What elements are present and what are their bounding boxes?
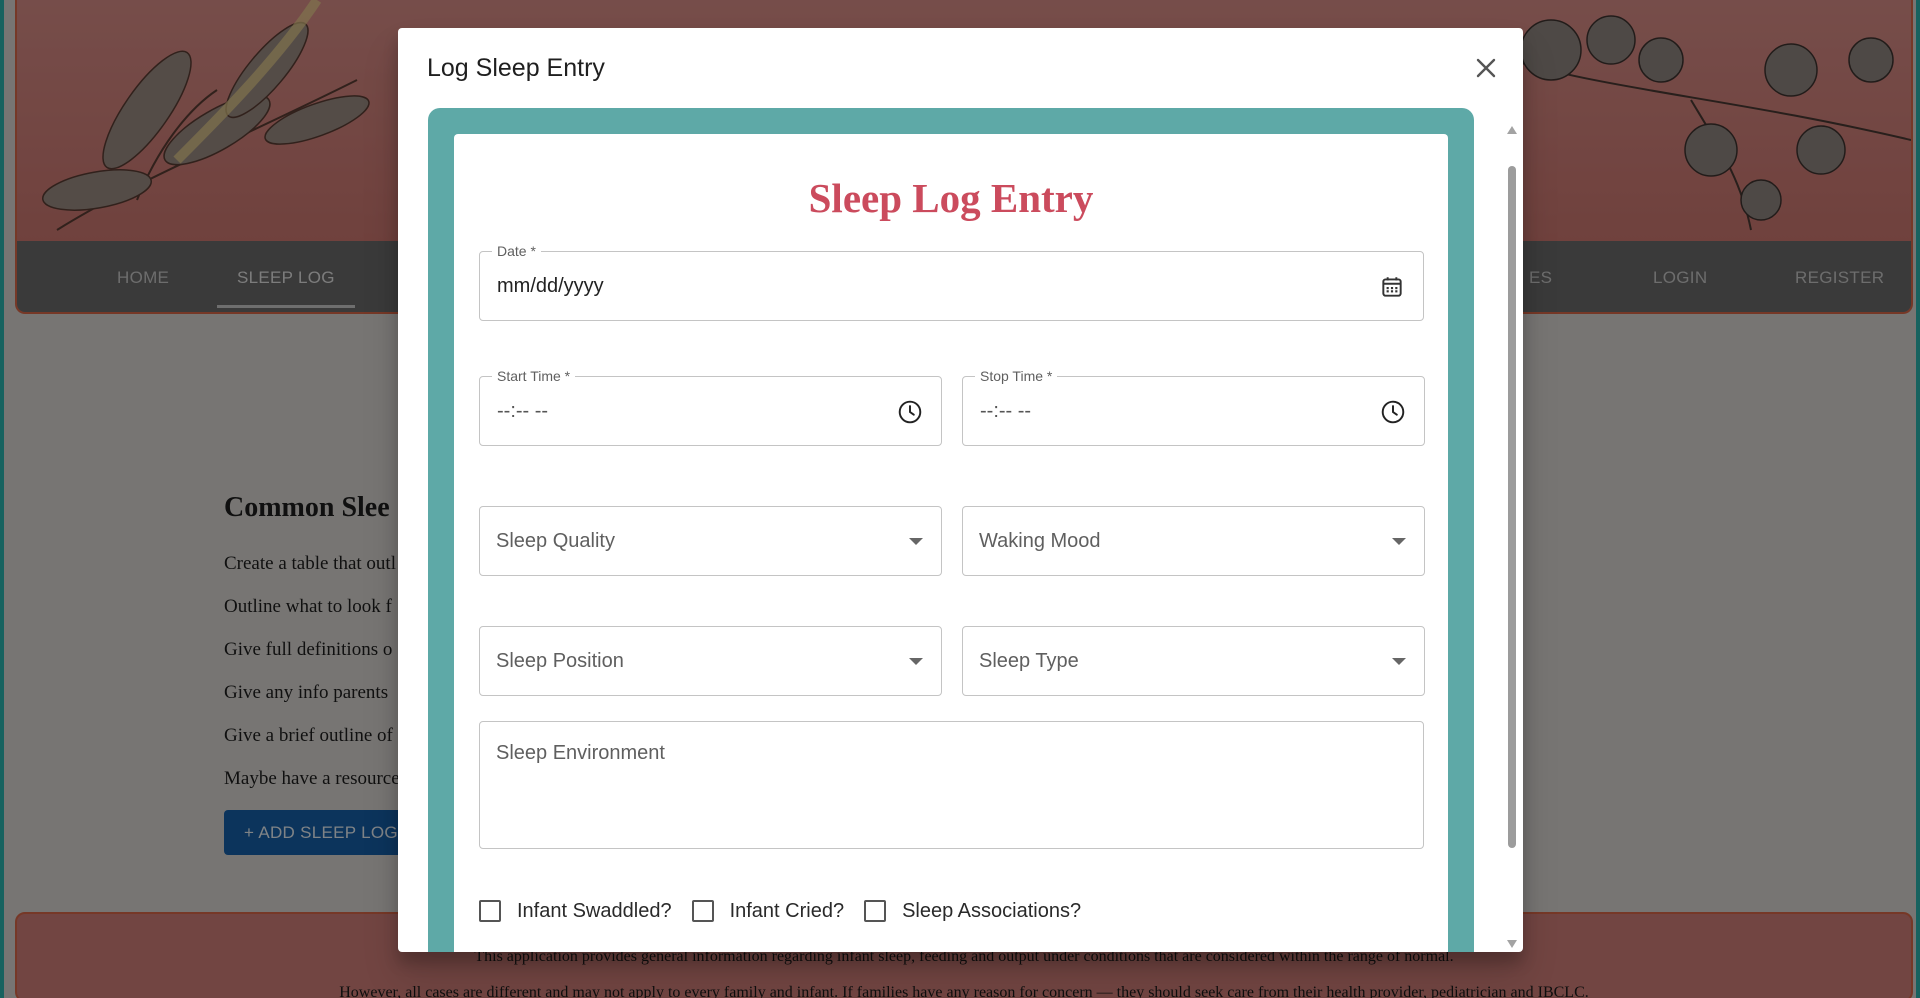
close-button[interactable]	[1468, 50, 1504, 86]
scrollbar-thumb[interactable]	[1508, 166, 1516, 848]
waking-mood-select[interactable]: Waking Mood	[962, 506, 1425, 576]
form-card: Sleep Log Entry Date * mm/dd/yyyy Start …	[454, 134, 1448, 952]
sleep-type-select[interactable]: Sleep Type	[962, 626, 1425, 696]
sleep-quality-placeholder: Sleep Quality	[496, 530, 615, 552]
clock-icon[interactable]	[1380, 399, 1406, 425]
sleep-associations-checkbox[interactable]: Sleep Associations?	[864, 900, 1081, 923]
chevron-down-icon	[1392, 658, 1406, 665]
clock-icon[interactable]	[897, 399, 923, 425]
date-field[interactable]: Date * mm/dd/yyyy	[479, 243, 1424, 321]
date-value: mm/dd/yyyy	[497, 275, 604, 297]
sleep-position-select[interactable]: Sleep Position	[479, 626, 942, 696]
sleep-quality-select[interactable]: Sleep Quality	[479, 506, 942, 576]
infant-cried-checkbox[interactable]: Infant Cried?	[691, 899, 845, 923]
checkbox-box[interactable]	[691, 900, 714, 922]
scroll-down-arrow-icon[interactable]	[1507, 940, 1517, 948]
start-time-value: --:-- --	[497, 400, 549, 422]
calendar-icon[interactable]	[1379, 274, 1405, 300]
chevron-down-icon	[909, 538, 923, 545]
checkbox-box[interactable]	[864, 900, 887, 922]
waking-mood-placeholder: Waking Mood	[979, 530, 1101, 552]
checkbox-group: Infant Swaddled? Infant Cried? Sleep Ass…	[479, 896, 1101, 926]
close-icon	[1476, 58, 1496, 78]
start-time-field[interactable]: Start Time * --:-- --	[479, 368, 942, 446]
checkbox-label: Infant Cried?	[729, 899, 845, 922]
sleep-position-placeholder: Sleep Position	[496, 650, 624, 672]
form-heading: Sleep Log Entry	[808, 175, 1094, 221]
stop-time-value: --:-- --	[980, 400, 1032, 422]
checkbox-label: Infant Swaddled?	[517, 899, 672, 922]
dialog-scroll-content[interactable]: Sleep Log Entry Date * mm/dd/yyyy Start …	[428, 108, 1478, 952]
checkbox-box[interactable]	[479, 900, 501, 922]
infant-swaddled-checkbox[interactable]: Infant Swaddled?	[479, 900, 672, 923]
chevron-down-icon	[1392, 538, 1406, 545]
stop-time-field[interactable]: Stop Time * --:-- --	[962, 368, 1425, 446]
dialog-title: Log Sleep Entry	[427, 54, 605, 82]
dialog-scrollbar[interactable]	[1506, 118, 1518, 950]
checkbox-label: Sleep Associations?	[902, 899, 1082, 922]
sleep-environment-textarea[interactable]: Sleep Environment	[479, 721, 1424, 849]
chevron-down-icon	[909, 658, 923, 665]
form-frame: Sleep Log Entry Date * mm/dd/yyyy Start …	[428, 108, 1474, 952]
log-sleep-entry-dialog: Log Sleep Entry Sleep Log Entry Date * m…	[398, 28, 1523, 952]
sleep-type-placeholder: Sleep Type	[979, 650, 1079, 672]
scroll-up-arrow-icon[interactable]	[1507, 126, 1517, 134]
sleep-environment-placeholder: Sleep Environment	[496, 742, 665, 764]
